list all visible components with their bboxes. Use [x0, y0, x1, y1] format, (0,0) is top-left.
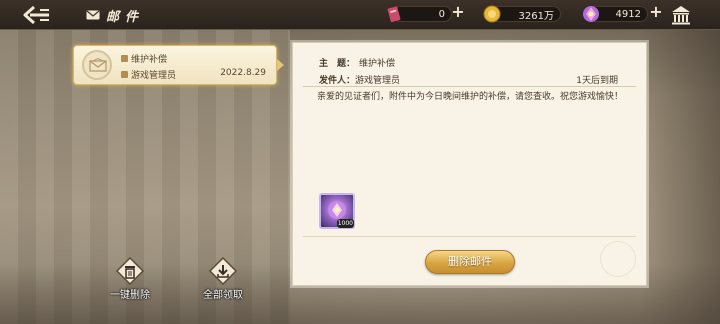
mail-detail-panel: 主 题： 维护补偿 发件人：游戏管理员 1天后到期 亲爱的见证者们，附件中为今日晚…: [292, 42, 647, 286]
mail-envelope-badge: [82, 50, 112, 80]
page-title: 邮件: [106, 9, 145, 25]
claim-all-label: 全部领取: [203, 290, 243, 301]
sender-marker-icon: [121, 71, 128, 78]
mail-sender: 游戏管理员: [355, 76, 401, 86]
divider-bottom: [303, 236, 636, 237]
mail-item-sender-row: 游戏管理员: [121, 68, 176, 81]
top-bar: 邮件 0 + 3261万 4912 +: [0, 0, 720, 30]
claim-all-button[interactable]: 全部领取: [193, 257, 253, 301]
attachment-item[interactable]: 1000: [319, 193, 355, 229]
crystal-icon: [583, 6, 599, 22]
envelope-icon: [89, 58, 107, 72]
mail-expiry: 1天后到期: [576, 76, 618, 86]
attachment-count: 1000: [336, 219, 354, 228]
sender-label: 发件人：: [319, 76, 356, 86]
add-crystal-button[interactable]: +: [649, 4, 663, 20]
back-button[interactable]: [22, 4, 56, 26]
delete-all-button[interactable]: 一键删除: [100, 257, 160, 301]
delete-mail-button[interactable]: 删除邮件: [425, 250, 515, 274]
mail-subject: 维护补偿: [359, 59, 396, 69]
mail-item-title: 维护补偿: [131, 55, 168, 65]
delete-all-label: 一键删除: [110, 290, 150, 301]
subject-label: 主 题：: [319, 59, 356, 69]
ticket-icon: [387, 6, 401, 23]
title-marker-icon: [121, 55, 128, 62]
currency-gold: 3261万: [483, 5, 561, 23]
back-arrow-icon: [23, 5, 49, 25]
bank-icon[interactable]: [670, 4, 692, 26]
seal-watermark: [600, 241, 636, 277]
mail-icon: [86, 10, 100, 20]
mail-item-date: 2022.8.29: [220, 68, 266, 78]
mail-body: 亲爱的见证者们，附件中为今日晚间维护的补偿，请您查收。祝您游戏愉快！: [317, 92, 624, 102]
currency-crystal: 4912: [583, 6, 648, 22]
page-title-wrap: 邮件: [86, 5, 144, 25]
mail-list-item[interactable]: 维护补偿 游戏管理员 2022.8.29: [73, 45, 284, 85]
gold-coin-icon: [483, 5, 501, 23]
mail-subject-row: 主 题： 维护补偿: [319, 56, 395, 69]
add-ticket-button[interactable]: +: [451, 4, 465, 20]
download-icon: [208, 257, 238, 285]
mail-item-title-row: 维护补偿: [121, 52, 167, 65]
trash-icon: [115, 257, 145, 285]
divider: [303, 86, 636, 87]
mail-item-sender: 游戏管理员: [131, 71, 177, 81]
currency-ticket: 0: [387, 6, 452, 23]
mail-sender-row: 发件人：游戏管理员: [319, 73, 400, 86]
